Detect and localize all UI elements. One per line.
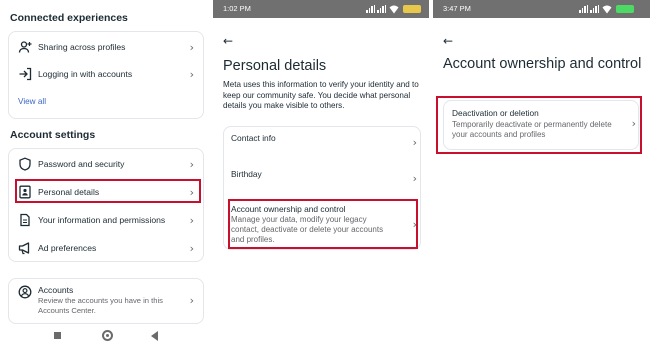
chevron-right-icon: › bbox=[189, 294, 194, 307]
accounts-center-panel: Connected experiences Sharing across pro… bbox=[0, 0, 211, 350]
chevron-right-icon: › bbox=[412, 218, 417, 231]
logging-in-with-accounts-item[interactable]: Logging in with accounts › bbox=[9, 61, 203, 87]
ad-preferences-item[interactable]: Ad preferences › bbox=[9, 235, 203, 261]
personal-details-item[interactable]: Personal details › bbox=[9, 179, 203, 205]
your-information-and-permissions-item[interactable]: Your information and permissions › bbox=[9, 207, 203, 233]
signal-icon bbox=[579, 5, 588, 13]
login-arrow-icon bbox=[19, 67, 32, 81]
deactivation-or-deletion-label: Deactivation or deletion bbox=[452, 108, 539, 118]
home-icon[interactable] bbox=[102, 330, 113, 341]
account-ownership-and-control-description: Manage your data, modify your legacy con… bbox=[231, 215, 384, 244]
chevron-right-icon: › bbox=[189, 241, 194, 255]
chevron-right-icon: › bbox=[631, 117, 636, 130]
your-information-and-permissions-label: Your information and permissions bbox=[38, 215, 166, 225]
page-title: Account ownership and control bbox=[443, 56, 642, 72]
wifi-icon bbox=[602, 5, 612, 14]
person-add-icon bbox=[18, 41, 32, 53]
signal-icon-2 bbox=[590, 5, 599, 13]
account-settings-card: Password and security › Personal details… bbox=[8, 148, 204, 262]
signal-icon bbox=[366, 5, 375, 13]
chevron-right-icon: › bbox=[412, 172, 417, 185]
status-bar: 1:02 PM bbox=[213, 0, 429, 18]
chevron-right-icon: › bbox=[412, 136, 417, 149]
back-arrow-icon[interactable]: ← bbox=[443, 34, 453, 48]
megaphone-icon bbox=[18, 242, 30, 255]
connected-experiences-card: Sharing across profiles › Logging in wit… bbox=[8, 31, 204, 119]
accounts-description: Review the accounts you have in this Acc… bbox=[38, 296, 163, 315]
signal-icon-2 bbox=[377, 5, 386, 13]
page-description: Meta uses this information to verify you… bbox=[223, 80, 419, 110]
contact-info-label: Contact info bbox=[231, 133, 276, 143]
sharing-across-profiles-label: Sharing across profiles bbox=[38, 42, 126, 52]
ad-preferences-label: Ad preferences bbox=[38, 243, 97, 253]
document-icon bbox=[20, 213, 30, 227]
wifi-icon bbox=[389, 5, 399, 14]
account-ownership-panel: 3:47 PM ← Account ownership and control … bbox=[433, 0, 650, 350]
password-and-security-label: Password and security bbox=[38, 159, 125, 169]
deactivation-or-deletion-description: Temporarily deactivate or permanently de… bbox=[452, 120, 612, 139]
status-time: 3:47 PM bbox=[443, 4, 471, 13]
chevron-right-icon: › bbox=[189, 40, 194, 54]
page-title: Personal details bbox=[223, 58, 327, 74]
id-card-icon bbox=[19, 185, 31, 199]
personal-details-panel: 1:02 PM ← Personal details Meta uses thi… bbox=[213, 0, 429, 350]
chevron-right-icon: › bbox=[189, 157, 194, 171]
chevron-right-icon: › bbox=[189, 185, 194, 199]
sharing-across-profiles-item[interactable]: Sharing across profiles › bbox=[9, 34, 203, 60]
personal-details-label: Personal details bbox=[38, 187, 100, 197]
shield-icon bbox=[19, 157, 31, 171]
status-time: 1:02 PM bbox=[223, 4, 251, 13]
chevron-right-icon: › bbox=[189, 67, 194, 81]
battery-icon bbox=[403, 5, 421, 13]
connected-experiences-heading: Connected experiences bbox=[10, 12, 128, 24]
accounts-label: Accounts bbox=[38, 285, 74, 295]
recent-apps-icon[interactable] bbox=[54, 332, 61, 339]
back-triangle-icon[interactable] bbox=[151, 331, 158, 341]
android-navigation-bar bbox=[0, 324, 211, 350]
battery-charging-icon bbox=[616, 5, 634, 13]
chevron-right-icon: › bbox=[189, 213, 194, 227]
account-settings-heading: Account settings bbox=[10, 129, 96, 141]
account-circle-icon bbox=[18, 285, 32, 299]
view-all-link[interactable]: View all bbox=[18, 97, 46, 106]
status-bar: 3:47 PM bbox=[433, 0, 650, 18]
logging-in-with-accounts-label: Logging in with accounts bbox=[38, 69, 133, 79]
accounts-item[interactable]: Accounts Review the accounts you have in… bbox=[8, 278, 204, 324]
password-and-security-item[interactable]: Password and security › bbox=[9, 151, 203, 177]
birthday-label: Birthday bbox=[231, 169, 262, 179]
back-arrow-icon[interactable]: ← bbox=[223, 34, 233, 48]
account-ownership-and-control-label: Account ownership and control bbox=[231, 204, 346, 214]
